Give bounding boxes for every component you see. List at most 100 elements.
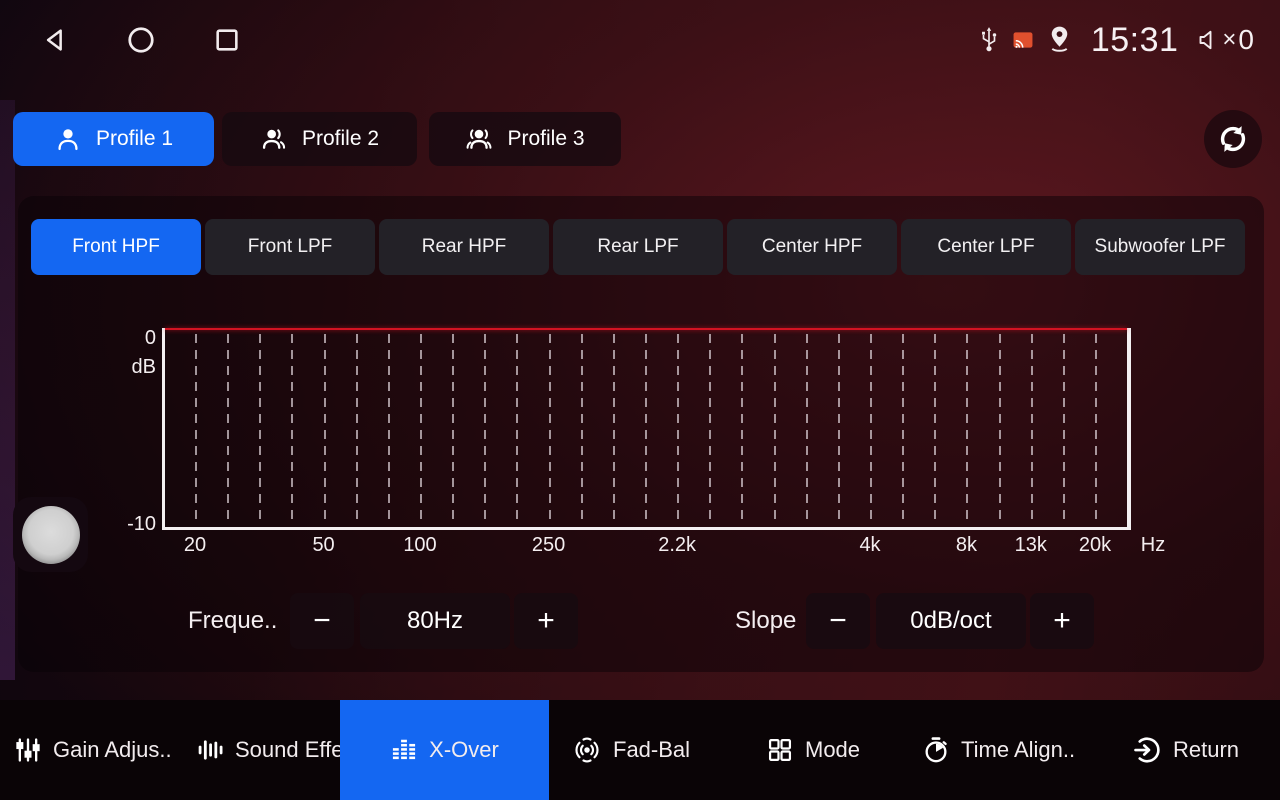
x-axis-tick-label: 20k [1079, 534, 1111, 557]
chart-plot [162, 328, 1131, 530]
chart-gridline [549, 334, 551, 523]
tab-front-hpf[interactable]: Front HPF [31, 219, 201, 275]
slope-minus-button[interactable]: − [806, 593, 870, 649]
chart-gridline [934, 334, 936, 523]
chart-gridline [999, 334, 1001, 523]
location-icon [1046, 25, 1073, 55]
gain-sliders-icon [14, 736, 42, 764]
chart-gridline [195, 334, 197, 523]
tab-label: Subwoofer LPF [1095, 236, 1226, 258]
tab-rear-lpf[interactable]: Rear LPF [553, 219, 723, 275]
user-icon [54, 125, 82, 153]
chart-gridline [1063, 334, 1065, 523]
back-icon[interactable] [40, 25, 70, 55]
floating-knob-button[interactable] [13, 497, 88, 572]
profile-2-button[interactable]: Profile 2 [222, 112, 417, 166]
x-axis-unit-label: Hz [1131, 534, 1175, 557]
x-axis-tick-label: 2.2k [658, 534, 696, 557]
chart-gridline [741, 334, 743, 523]
frequency-label: Freque.. [188, 593, 277, 649]
recents-icon[interactable] [212, 25, 242, 55]
profile-label: Profile 1 [96, 127, 173, 151]
sync-refresh-icon [1215, 121, 1251, 157]
profile-label: Profile 3 [507, 127, 584, 151]
status-bar: 15:31 × 0 [0, 0, 1280, 80]
nav-x-over[interactable]: X-Over [340, 700, 549, 800]
clock: 15:31 [1091, 21, 1179, 60]
x-axis-tick-label: 8k [956, 534, 977, 557]
return-arrow-icon [1132, 735, 1162, 765]
profile-3-button[interactable]: Profile 3 [429, 112, 621, 166]
nav-return[interactable]: Return [1132, 700, 1239, 800]
home-icon[interactable] [126, 25, 156, 55]
nav-label: Sound Effe.. [235, 737, 356, 763]
nav-label: Return [1173, 737, 1239, 763]
users-2-icon [260, 125, 288, 153]
y-axis-label: dB [108, 356, 156, 379]
chart-gridline [1095, 334, 1097, 523]
nav-label: Fad-Bal [613, 737, 690, 763]
x-axis-tick-label: 50 [312, 534, 334, 557]
volume-level: 0 [1238, 24, 1254, 56]
chart-gridline [645, 334, 647, 523]
chart-gridline [388, 334, 390, 523]
profile-1-button[interactable]: Profile 1 [13, 112, 214, 166]
tab-subwoofer-lpf[interactable]: Subwoofer LPF [1075, 219, 1245, 275]
response-curve-line [165, 328, 1127, 330]
chart-gridline [1031, 334, 1033, 523]
chart-gridline [870, 334, 872, 523]
tab-front-lpf[interactable]: Front LPF [205, 219, 375, 275]
nav-label: Time Align.. [961, 737, 1075, 763]
frequency-value: 80Hz [360, 593, 510, 649]
chart-gridline [259, 334, 261, 523]
nav-label: Gain Adjus.. [53, 737, 172, 763]
x-axis-tick-label: 100 [403, 534, 436, 557]
chart-gridline [838, 334, 840, 523]
y-axis-tick-0: 0 [118, 327, 156, 350]
volume-muted-indicator[interactable]: × 0 [1196, 24, 1254, 56]
tab-label: Rear LPF [597, 236, 678, 258]
cast-icon [1012, 31, 1034, 49]
nav-mode[interactable]: Mode [766, 700, 860, 800]
frequency-minus-button[interactable]: − [290, 593, 354, 649]
chart-gridline [324, 334, 326, 523]
nav-sound-effects[interactable]: Sound Effe.. [196, 700, 356, 800]
nav-label: Mode [805, 737, 860, 763]
tab-center-lpf[interactable]: Center LPF [901, 219, 1071, 275]
mode-grid-icon [766, 736, 794, 764]
equalizer-icon [390, 736, 418, 764]
chart-gridline [774, 334, 776, 523]
chart-gridline [806, 334, 808, 523]
tab-center-hpf[interactable]: Center HPF [727, 219, 897, 275]
mute-mark: × [1222, 26, 1236, 54]
tab-label: Center HPF [762, 236, 862, 258]
chart-gridline [452, 334, 454, 523]
chart-gridline [966, 334, 968, 523]
volume-muted-icon [1196, 28, 1220, 52]
slope-plus-button[interactable]: + [1030, 593, 1094, 649]
nav-label: X-Over [429, 737, 499, 763]
x-axis-tick-label: 250 [532, 534, 565, 557]
nav-gain-adjust[interactable]: Gain Adjus.. [14, 700, 172, 800]
knob-icon [22, 506, 80, 564]
profile-label: Profile 2 [302, 127, 379, 151]
chart-gridline [902, 334, 904, 523]
chart-gridline [420, 334, 422, 523]
nav-time-alignment[interactable]: Time Align.. [922, 700, 1075, 800]
tab-rear-hpf[interactable]: Rear HPF [379, 219, 549, 275]
stopwatch-icon [922, 736, 950, 764]
chart-gridline [677, 334, 679, 523]
usb-icon [978, 25, 1000, 55]
chart-gridline [709, 334, 711, 523]
xover-settings-screen: 15:31 × 0 Profile 1 Profile 2 [0, 0, 1280, 800]
fader-balance-icon [572, 735, 602, 765]
chart-gridline [581, 334, 583, 523]
y-axis-tick-neg10: -10 [102, 513, 156, 536]
chart-gridline [227, 334, 229, 523]
chart-gridline [484, 334, 486, 523]
chart-gridline [516, 334, 518, 523]
sync-refresh-button[interactable] [1204, 110, 1262, 168]
status-icons-group: 15:31 × 0 [978, 0, 1254, 80]
frequency-plus-button[interactable]: + [514, 593, 578, 649]
nav-fad-bal[interactable]: Fad-Bal [572, 700, 690, 800]
